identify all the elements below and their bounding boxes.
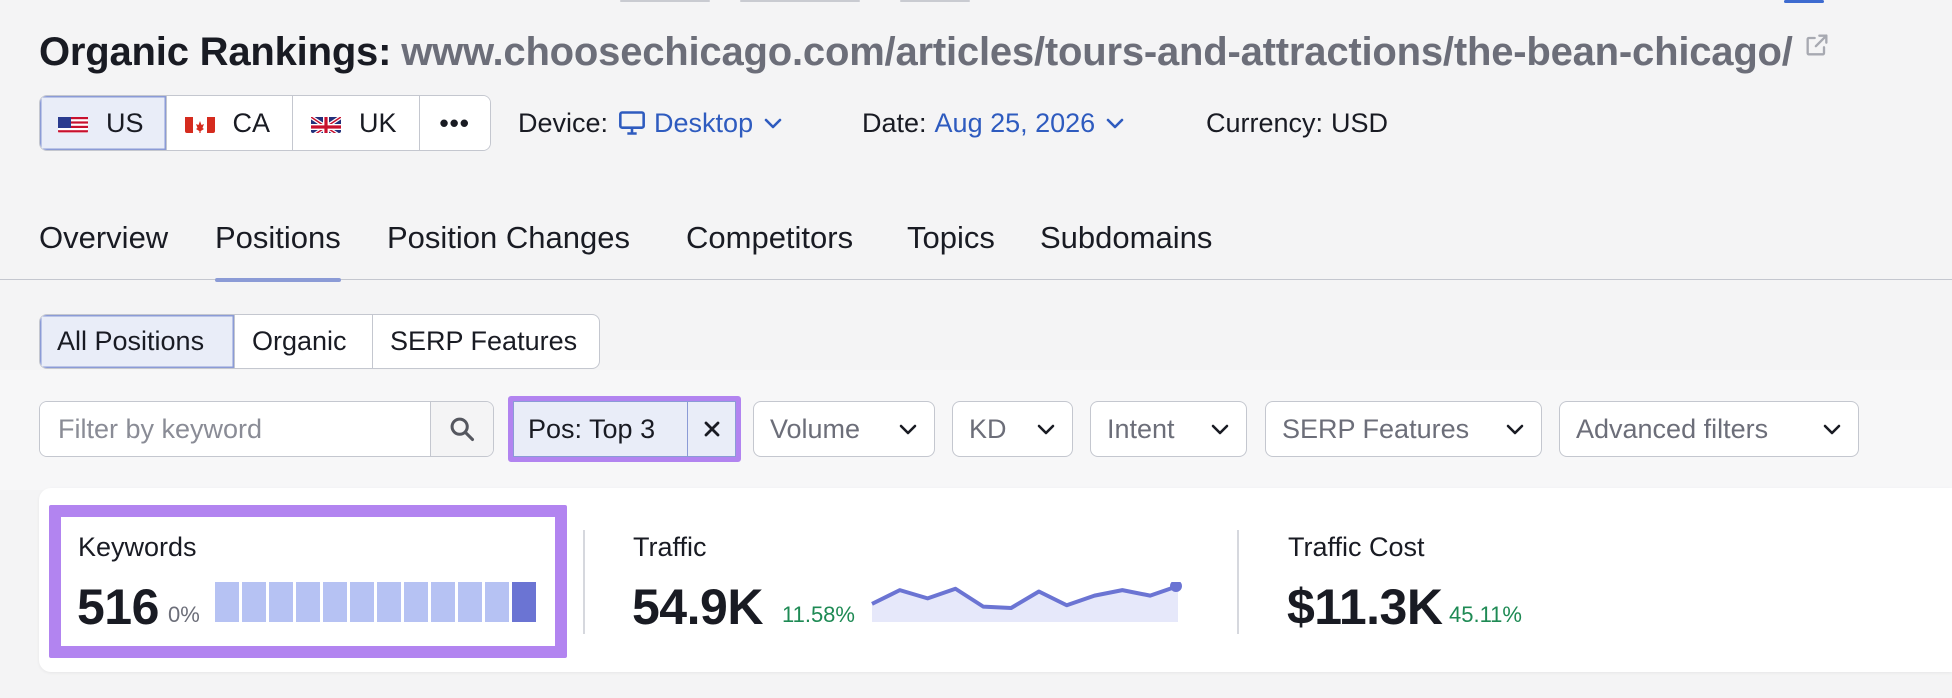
date-label: Date:	[862, 107, 927, 138]
traffic-trend-sparkline	[871, 582, 1182, 622]
keywords-trend-bar	[242, 582, 266, 622]
tab-positions[interactable]: Positions	[215, 208, 341, 282]
monitor-icon	[618, 110, 646, 136]
chevron-down-icon	[1505, 422, 1525, 436]
device-dropdown[interactable]: Desktop	[608, 108, 783, 139]
date-value: Aug 25, 2026	[934, 107, 1096, 138]
page-header: Organic Rankings: www.choosechicago.com/…	[39, 24, 1952, 80]
more-databases-button[interactable]: •••	[419, 96, 490, 150]
chevron-down-icon	[1105, 116, 1125, 130]
keywords-trend-bar	[377, 582, 401, 622]
database-us-button[interactable]: US	[40, 96, 167, 150]
close-icon	[703, 420, 721, 438]
top-cut-off-row	[0, 0, 1952, 6]
traffic-cost-label: Traffic Cost	[1288, 532, 1425, 562]
page-title: Organic Rankings:	[39, 29, 392, 74]
advanced-filters-dropdown[interactable]: Advanced filters	[1559, 401, 1859, 457]
keywords-trend-bar	[431, 582, 455, 622]
chevron-down-icon	[1822, 422, 1842, 436]
keyword-filter-input[interactable]	[40, 402, 430, 456]
serp-features-filter-dropdown[interactable]: SERP Features	[1265, 401, 1542, 457]
volume-filter-dropdown[interactable]: Volume	[753, 401, 935, 457]
us-flag-icon	[58, 113, 88, 133]
currency-label: Currency:	[1206, 107, 1324, 138]
tab-overview[interactable]: Overview	[39, 208, 168, 280]
position-filter-chip[interactable]: Pos: Top 3	[513, 401, 736, 457]
tab-topics[interactable]: Topics	[907, 208, 995, 280]
external-link-icon[interactable]	[1803, 31, 1831, 59]
database-uk-button[interactable]: UK	[293, 96, 420, 150]
position-type-selector: All Positions Organic SERP Features	[39, 314, 600, 369]
keywords-value[interactable]: 516	[77, 578, 159, 636]
tab-position-changes[interactable]: Position Changes	[387, 208, 630, 280]
search-button[interactable]	[430, 402, 493, 456]
tab-competitors[interactable]: Competitors	[686, 208, 853, 280]
keywords-trend-bar	[296, 582, 320, 622]
search-icon	[448, 415, 476, 443]
device-label: Device:	[518, 107, 609, 138]
keywords-trend-bar	[215, 582, 239, 622]
ca-flag-icon	[184, 113, 215, 133]
chevron-down-icon	[1210, 422, 1230, 436]
date-dropdown[interactable]: Aug 25, 2026	[935, 108, 1126, 139]
keywords-trend-bar	[404, 582, 428, 622]
position-filter-label: Pos: Top 3	[528, 413, 656, 444]
keywords-trend-bar	[269, 582, 293, 622]
position-filter-highlight: Pos: Top 3	[508, 396, 741, 462]
device-value: Desktop	[654, 107, 754, 138]
more-dots-icon: •••	[439, 107, 470, 138]
uk-flag-icon	[311, 113, 342, 133]
traffic-cost-change: 45.11%	[1449, 602, 1522, 627]
chevron-down-icon	[898, 422, 918, 436]
serp-features-button[interactable]: SERP Features	[373, 315, 599, 368]
database-selector: US CA UK •••	[39, 95, 491, 151]
keywords-trend-bar	[323, 582, 347, 622]
chevron-down-icon	[763, 116, 783, 130]
intent-filter-dropdown[interactable]: Intent	[1090, 401, 1247, 457]
tab-subdomains[interactable]: Subdomains	[1040, 208, 1212, 280]
traffic-cost-value[interactable]: $11.3K	[1287, 578, 1443, 636]
kd-filter-dropdown[interactable]: KD	[952, 401, 1073, 457]
divider	[583, 530, 585, 634]
chevron-down-icon	[1036, 422, 1056, 436]
keywords-trend-bar	[512, 582, 536, 622]
all-positions-button[interactable]: All Positions	[40, 315, 235, 368]
keywords-label: Keywords	[78, 532, 197, 562]
date-selector: Date: Aug 25, 2026	[862, 95, 1125, 151]
currency-value: USD	[1331, 107, 1389, 138]
keywords-trend-bar	[485, 582, 509, 622]
currency-info: Currency: USD	[1206, 95, 1388, 151]
organic-button[interactable]: Organic	[235, 315, 373, 368]
traffic-label: Traffic	[633, 532, 707, 562]
keywords-trend-bar	[458, 582, 482, 622]
divider	[1237, 530, 1239, 634]
traffic-value[interactable]: 54.9K	[632, 578, 763, 636]
report-tabs: Overview Positions Position Changes Comp…	[0, 208, 1952, 282]
device-selector: Device: Desktop	[518, 95, 783, 151]
database-ca-button[interactable]: CA	[166, 96, 294, 150]
keywords-trend-bar	[350, 582, 374, 622]
analyzed-url[interactable]: www.choosechicago.com/articles/tours-and…	[401, 30, 1793, 75]
traffic-change: 11.58%	[782, 602, 855, 627]
keywords-change: 0%	[168, 602, 200, 627]
keyword-filter	[39, 401, 494, 457]
remove-filter-button[interactable]	[687, 402, 735, 456]
